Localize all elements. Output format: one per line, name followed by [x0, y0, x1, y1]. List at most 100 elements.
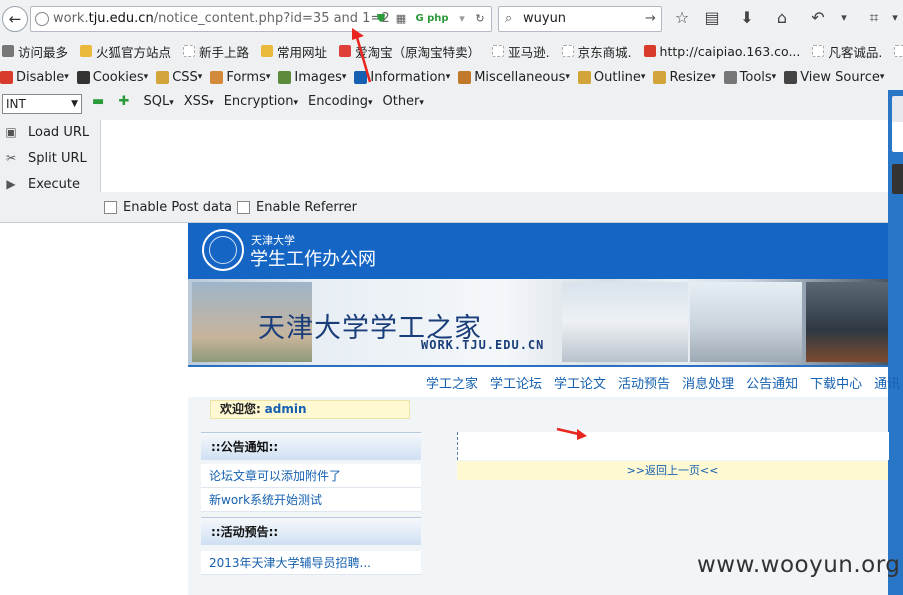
dropdown-arrow-icon: ▾: [197, 72, 203, 82]
bookmark-item[interactable]: 唯品: [892, 38, 903, 64]
site-nav-item[interactable]: 消息处理: [682, 373, 734, 392]
bookmark-item[interactable]: 亚马逊.: [490, 38, 550, 64]
dropdown-arrow-icon: ▾: [341, 72, 347, 82]
webdev-menu-css[interactable]: CSS ▾: [156, 64, 202, 90]
back-link[interactable]: >>返回上一页<<: [457, 461, 888, 480]
crop-icon[interactable]: ⌗: [864, 8, 884, 28]
search-go-icon[interactable]: →: [645, 11, 656, 26]
php-icon[interactable]: G php: [415, 12, 449, 26]
dropdown-arrow-icon: ▾: [445, 72, 451, 82]
notice-item[interactable]: 论坛文章可以添加附件了: [201, 464, 421, 488]
webdev-menu-outline[interactable]: Outline ▾: [577, 64, 645, 90]
back-button[interactable]: ←: [2, 6, 28, 32]
plus-icon[interactable]: ✚: [118, 94, 129, 109]
hackbar-menu-other[interactable]: Other▾: [382, 94, 423, 109]
page-icon: [492, 45, 505, 57]
webdev-menu-disable[interactable]: Disable ▾: [0, 64, 69, 90]
banner-building-photo: [562, 282, 688, 362]
bookmark-item[interactable]: 新手上路: [181, 38, 249, 64]
watermark: www.wooyun.org: [697, 552, 901, 578]
browser-toolbar: ← work.tju.edu.cn/notice_content.php?id=…: [0, 0, 903, 39]
site-nav-item[interactable]: 学工论文: [554, 373, 606, 392]
undo-icon[interactable]: ↶: [808, 8, 828, 28]
notice-item[interactable]: 新work系统开始测试: [201, 488, 421, 512]
dropdown-arrow-icon: ▾: [143, 72, 149, 82]
disable-icon: [0, 70, 13, 84]
webdev-menu-images[interactable]: Images ▾: [278, 64, 346, 90]
activity-item[interactable]: 2013年天津大学辅导员招聘...: [201, 551, 421, 575]
outline-icon: [577, 70, 591, 84]
site-title: 学生工作办公网: [250, 249, 376, 270]
hackbar-menu-xss[interactable]: XSS▾: [184, 94, 214, 109]
gear-icon: [2, 45, 14, 57]
site-nav-item[interactable]: 下载中心: [810, 373, 862, 392]
welcome-bar: 欢迎您: admin: [210, 400, 410, 419]
hackbar-menu-encoding[interactable]: Encoding▾: [308, 94, 372, 109]
shield-icon[interactable]: ⛊: [374, 12, 388, 26]
referrer-checkbox[interactable]: Enable Referrer: [237, 200, 357, 215]
page-icon: [894, 45, 903, 57]
bookmark-item[interactable]: 京东商城.: [560, 38, 632, 64]
site-nav-item[interactable]: 公告通知: [746, 373, 798, 392]
select-arrow-icon: ▼: [71, 99, 78, 109]
menu-arrow-icon[interactable]: ▾: [834, 8, 854, 28]
load-url-button[interactable]: ▣ Load URL: [0, 120, 98, 144]
side-panel-item[interactable]: [892, 164, 903, 194]
webdev-menu-miscellaneous[interactable]: Miscellaneous ▾: [458, 64, 570, 90]
site-nav-item[interactable]: 通讯: [874, 373, 900, 392]
back-arrow-icon: ←: [8, 10, 22, 28]
hackbar-menu: ▬ ✚ SQL▾ XSS▾ Encryption▾ Encoding▾ Other▾: [92, 94, 434, 109]
forms-icon: [210, 70, 224, 84]
bookmark-star-icon[interactable]: ☆: [672, 8, 692, 28]
post-data-checkbox[interactable]: Enable Post data: [104, 200, 232, 215]
reader-icon[interactable]: ▤: [702, 8, 722, 28]
execute-button[interactable]: ▶ Execute: [0, 172, 98, 196]
overflow-arrow-icon[interactable]: ▾: [885, 8, 903, 28]
resize-icon: [653, 70, 667, 84]
notice-panel-header: ::公告通知::: [201, 432, 421, 460]
globe-icon: [35, 12, 49, 26]
banner-pavilion-photo: [806, 282, 888, 362]
webdev-menu-resize[interactable]: Resize ▾: [653, 64, 716, 90]
webdev-menu-forms[interactable]: Forms ▾: [210, 64, 270, 90]
checkbox-box: [237, 201, 250, 214]
search-bar[interactable]: ⌕ wuyun →: [498, 6, 662, 32]
bookmark-item[interactable]: 常用网址: [259, 38, 327, 64]
search-input[interactable]: wuyun: [523, 11, 566, 26]
dropdown-arrow-icon: ▾: [879, 72, 885, 82]
home-icon[interactable]: ⌂: [772, 8, 792, 28]
bookmark-item[interactable]: http://caipiao.163.co...: [642, 38, 800, 64]
bookmark-item[interactable]: 凡客诚品.: [810, 38, 882, 64]
annotation-arrow-url: [352, 28, 372, 83]
dropdown-arrow-icon: ▾: [169, 98, 174, 108]
side-panel-item[interactable]: [892, 122, 903, 152]
hackbar-url-textarea[interactable]: [100, 120, 889, 192]
scissors-icon: ✂: [5, 151, 17, 165]
webdev-menu-cookies[interactable]: Cookies ▾: [76, 64, 149, 90]
seal-inner-ring: [209, 236, 237, 264]
dropdown-arrow-icon[interactable]: ▾: [455, 12, 469, 26]
dropdown-arrow-icon: ▾: [711, 72, 716, 82]
qr-code-icon[interactable]: ▦: [394, 12, 408, 26]
webdev-menu-tools[interactable]: Tools ▾: [723, 64, 776, 90]
site-nav-links: 学工之家 学工论坛 学工论文 活动预告 消息处理 公告通知 下载中心 通讯: [414, 373, 903, 392]
download-icon[interactable]: ⬇: [737, 8, 757, 28]
site-nav-item[interactable]: 活动预告: [618, 373, 670, 392]
hackbar-menu-encryption[interactable]: Encryption▾: [224, 94, 298, 109]
hackbar-menu-sql[interactable]: SQL▾: [143, 94, 173, 109]
cookie-icon: [76, 70, 90, 84]
type-select[interactable]: INT ▼: [2, 94, 82, 114]
play-icon: ▶: [6, 177, 16, 191]
minus-icon[interactable]: ▬: [92, 94, 104, 109]
bookmark-item[interactable]: 火狐官方站点: [78, 38, 171, 64]
site-nav-item[interactable]: 学工论坛: [490, 373, 542, 392]
welcome-username[interactable]: admin: [265, 402, 307, 416]
webdev-menu-view-source[interactable]: View Source ▾: [784, 64, 884, 90]
reload-icon[interactable]: ↻: [473, 12, 487, 26]
folder-icon: [261, 45, 274, 57]
bookmark-item[interactable]: 访问最多: [0, 38, 68, 64]
url-text[interactable]: work.tju.edu.cn/notice_content.php?id=35…: [53, 11, 390, 26]
split-url-button[interactable]: ✂ Split URL: [0, 146, 98, 170]
site-nav-item[interactable]: 学工之家: [426, 373, 478, 392]
url-bar[interactable]: work.tju.edu.cn/notice_content.php?id=35…: [30, 6, 492, 32]
